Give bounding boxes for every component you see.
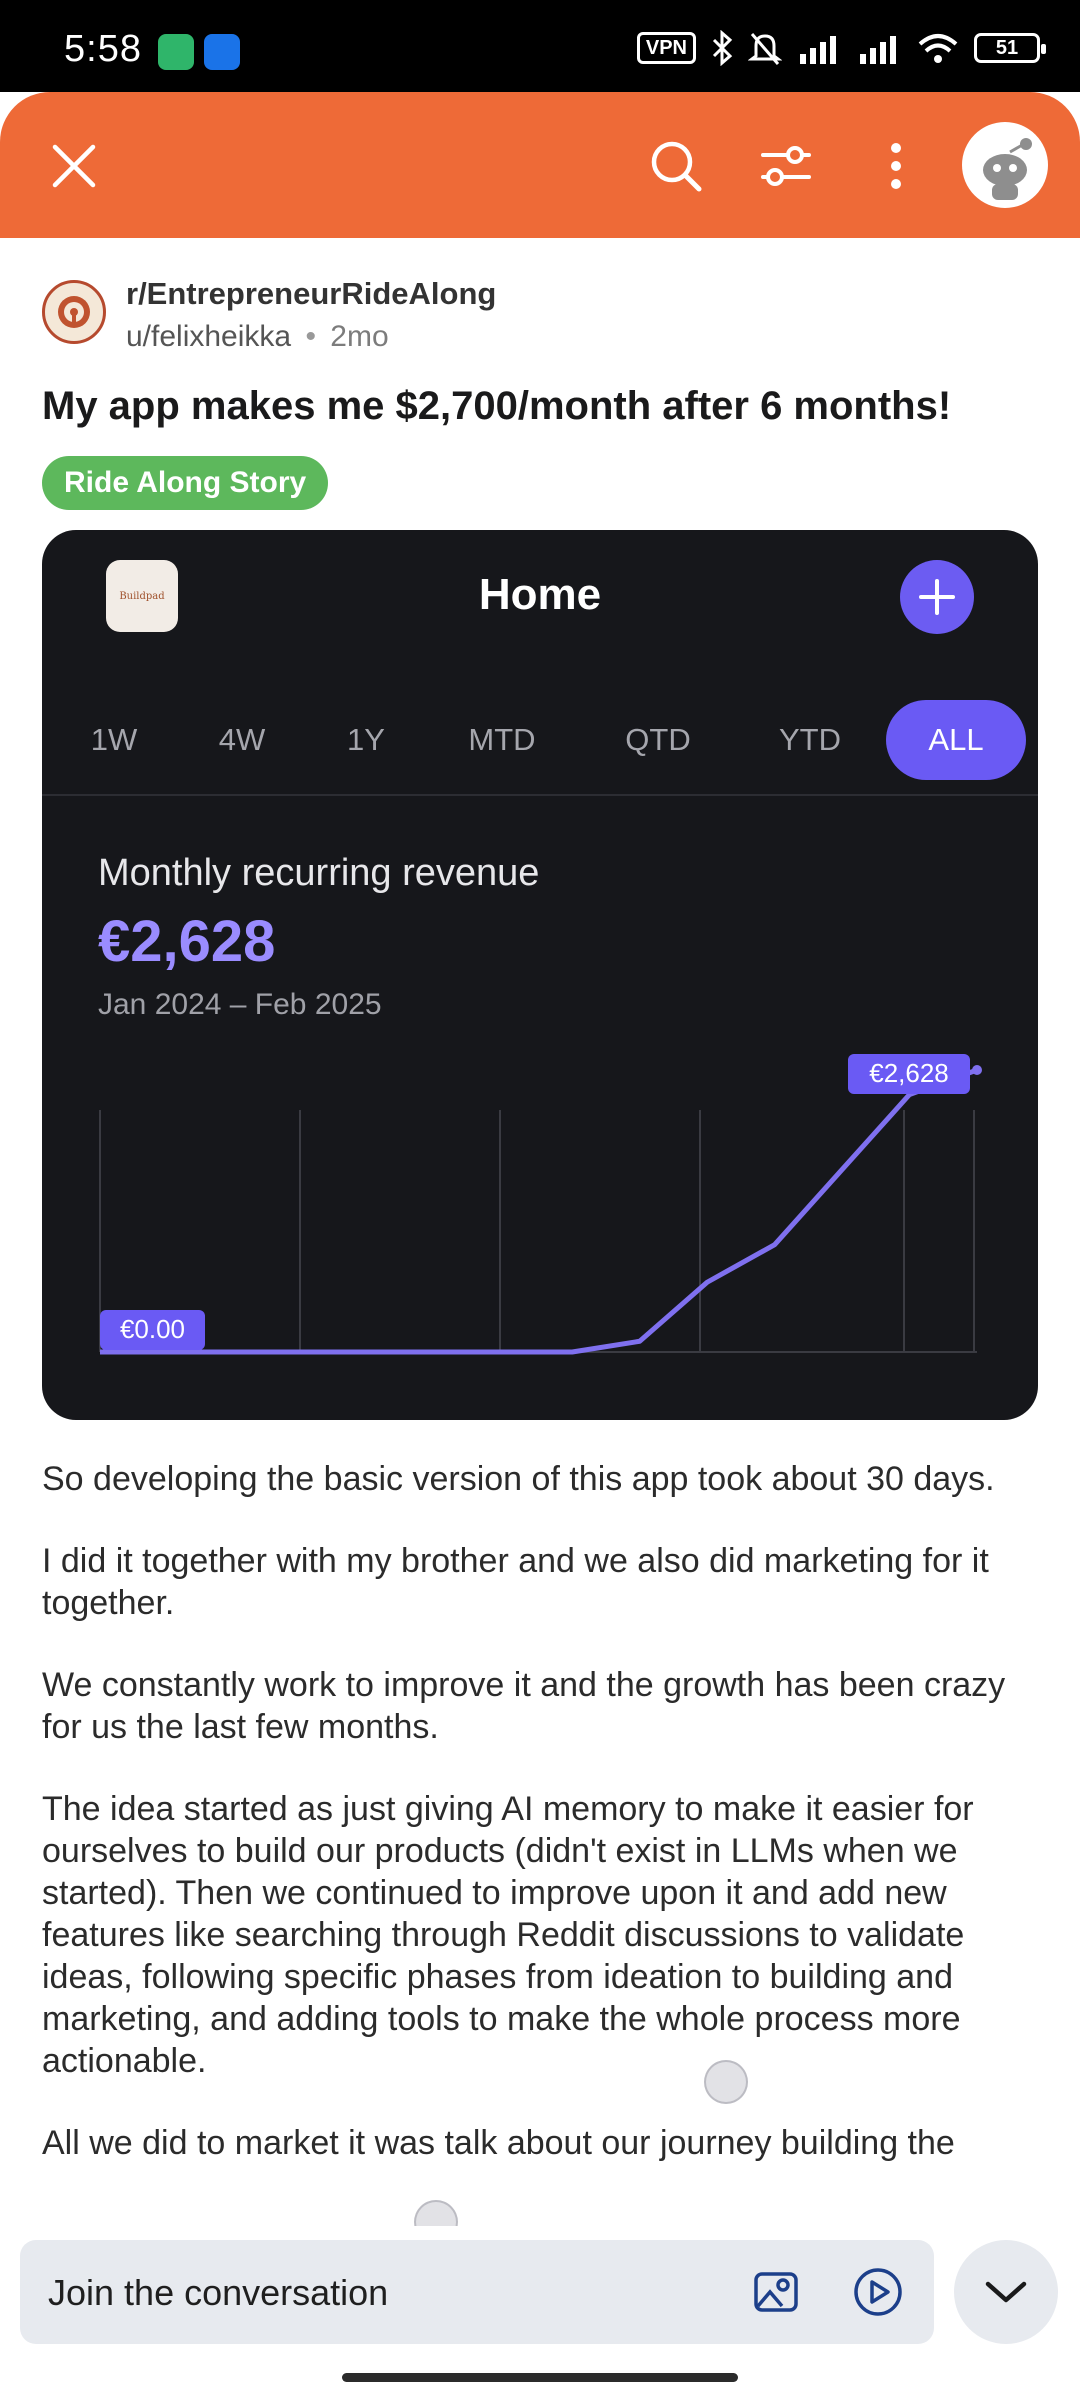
video-icon	[854, 2268, 902, 2316]
more-vertical-icon	[891, 143, 901, 189]
signal-icon	[800, 36, 836, 64]
svg-text:€2,628: €2,628	[869, 1058, 949, 1088]
expand-button[interactable]	[954, 2240, 1058, 2344]
range-tab: MTD	[468, 722, 536, 757]
divider	[42, 794, 1038, 796]
date-range: Jan 2024 – Feb 2025	[98, 988, 382, 1021]
search-icon	[651, 141, 702, 192]
metric-label: Monthly recurring revenue	[98, 852, 540, 894]
body-paragraph: I did it together with my brother and we…	[42, 1542, 989, 1622]
filter-button[interactable]	[750, 130, 822, 202]
filter-icon	[761, 146, 811, 186]
meta-separator: •	[305, 320, 316, 353]
post-body: So developing the basic version of this …	[42, 1458, 1042, 2204]
touch-indicator	[704, 2060, 748, 2104]
subreddit-name[interactable]: r/EntrepreneurRideAlong	[126, 276, 496, 312]
embed-title: Home	[478, 570, 602, 619]
author-name[interactable]: u/felixheikka	[126, 320, 291, 353]
image-icon	[754, 2272, 798, 2312]
snoo-avatar-icon	[983, 138, 1032, 200]
body-paragraph: We constantly work to improve it and the…	[42, 1666, 1006, 1746]
body-paragraph: The idea started as just giving AI memor…	[42, 1790, 974, 2080]
status-icons: VPN 51	[636, 30, 1046, 66]
signal-icon	[860, 36, 896, 64]
mrr-chart: €0.00 €2,628	[99, 1054, 982, 1355]
more-options-button[interactable]	[860, 130, 932, 202]
notification-app-icon	[158, 34, 194, 70]
range-tab: 1W	[90, 722, 138, 757]
data-point	[972, 1065, 982, 1075]
series-line	[100, 1067, 978, 1355]
comment-placeholder: Join the conversation	[48, 2272, 389, 2313]
range-tab: YTD	[779, 722, 841, 757]
post-image[interactable]: Buildpad Home 1W 4W 1Y MTD QTD YTD ALL M…	[42, 530, 1038, 1420]
range-tab: 1Y	[347, 722, 385, 757]
add-icon	[900, 560, 974, 634]
bluetooth-icon	[712, 30, 733, 66]
end-value-label: €2,628	[848, 1054, 970, 1094]
battery-icon: 51	[974, 33, 1046, 63]
close-button[interactable]	[38, 130, 110, 202]
subreddit-icon[interactable]	[42, 280, 106, 344]
notification-app-icon	[204, 34, 240, 70]
add-image-button[interactable]	[750, 2266, 802, 2318]
post-meta: u/felixheikka • 2mo	[126, 320, 389, 354]
close-icon	[52, 144, 96, 188]
search-button[interactable]	[640, 130, 712, 202]
user-avatar[interactable]	[962, 122, 1048, 208]
post-title: My app makes me $2,700/month after 6 mon…	[42, 384, 952, 428]
status-bar: 5:58 VPN 51	[0, 0, 1080, 92]
steering-wheel-icon	[58, 296, 90, 328]
status-time: 5:58	[64, 28, 142, 70]
start-value-label: €0.00	[100, 1310, 205, 1350]
body-paragraph: So developing the basic version of this …	[42, 1460, 995, 1498]
app-header	[0, 92, 1080, 238]
post-age: 2mo	[330, 320, 389, 353]
comment-input[interactable]: Join the conversation	[20, 2240, 934, 2344]
home-indicator	[342, 2373, 738, 2382]
range-tabs: 1W 4W 1Y MTD QTD YTD ALL	[42, 700, 1038, 780]
vpn-icon: VPN	[636, 32, 696, 64]
range-tab: QTD	[625, 722, 691, 757]
metric-value: €2,628	[98, 909, 276, 974]
range-tab-active: ALL	[886, 700, 1026, 780]
range-tab: 4W	[218, 722, 266, 757]
svg-text:€0.00: €0.00	[120, 1314, 185, 1344]
post-flair[interactable]: Ride Along Story	[42, 456, 329, 510]
wifi-icon	[918, 34, 958, 63]
body-paragraph: All we did to market it was talk about o…	[42, 2124, 955, 2162]
add-video-button[interactable]	[852, 2266, 904, 2318]
mute-bell-icon	[748, 33, 782, 65]
chevron-down-icon	[985, 2281, 1027, 2303]
